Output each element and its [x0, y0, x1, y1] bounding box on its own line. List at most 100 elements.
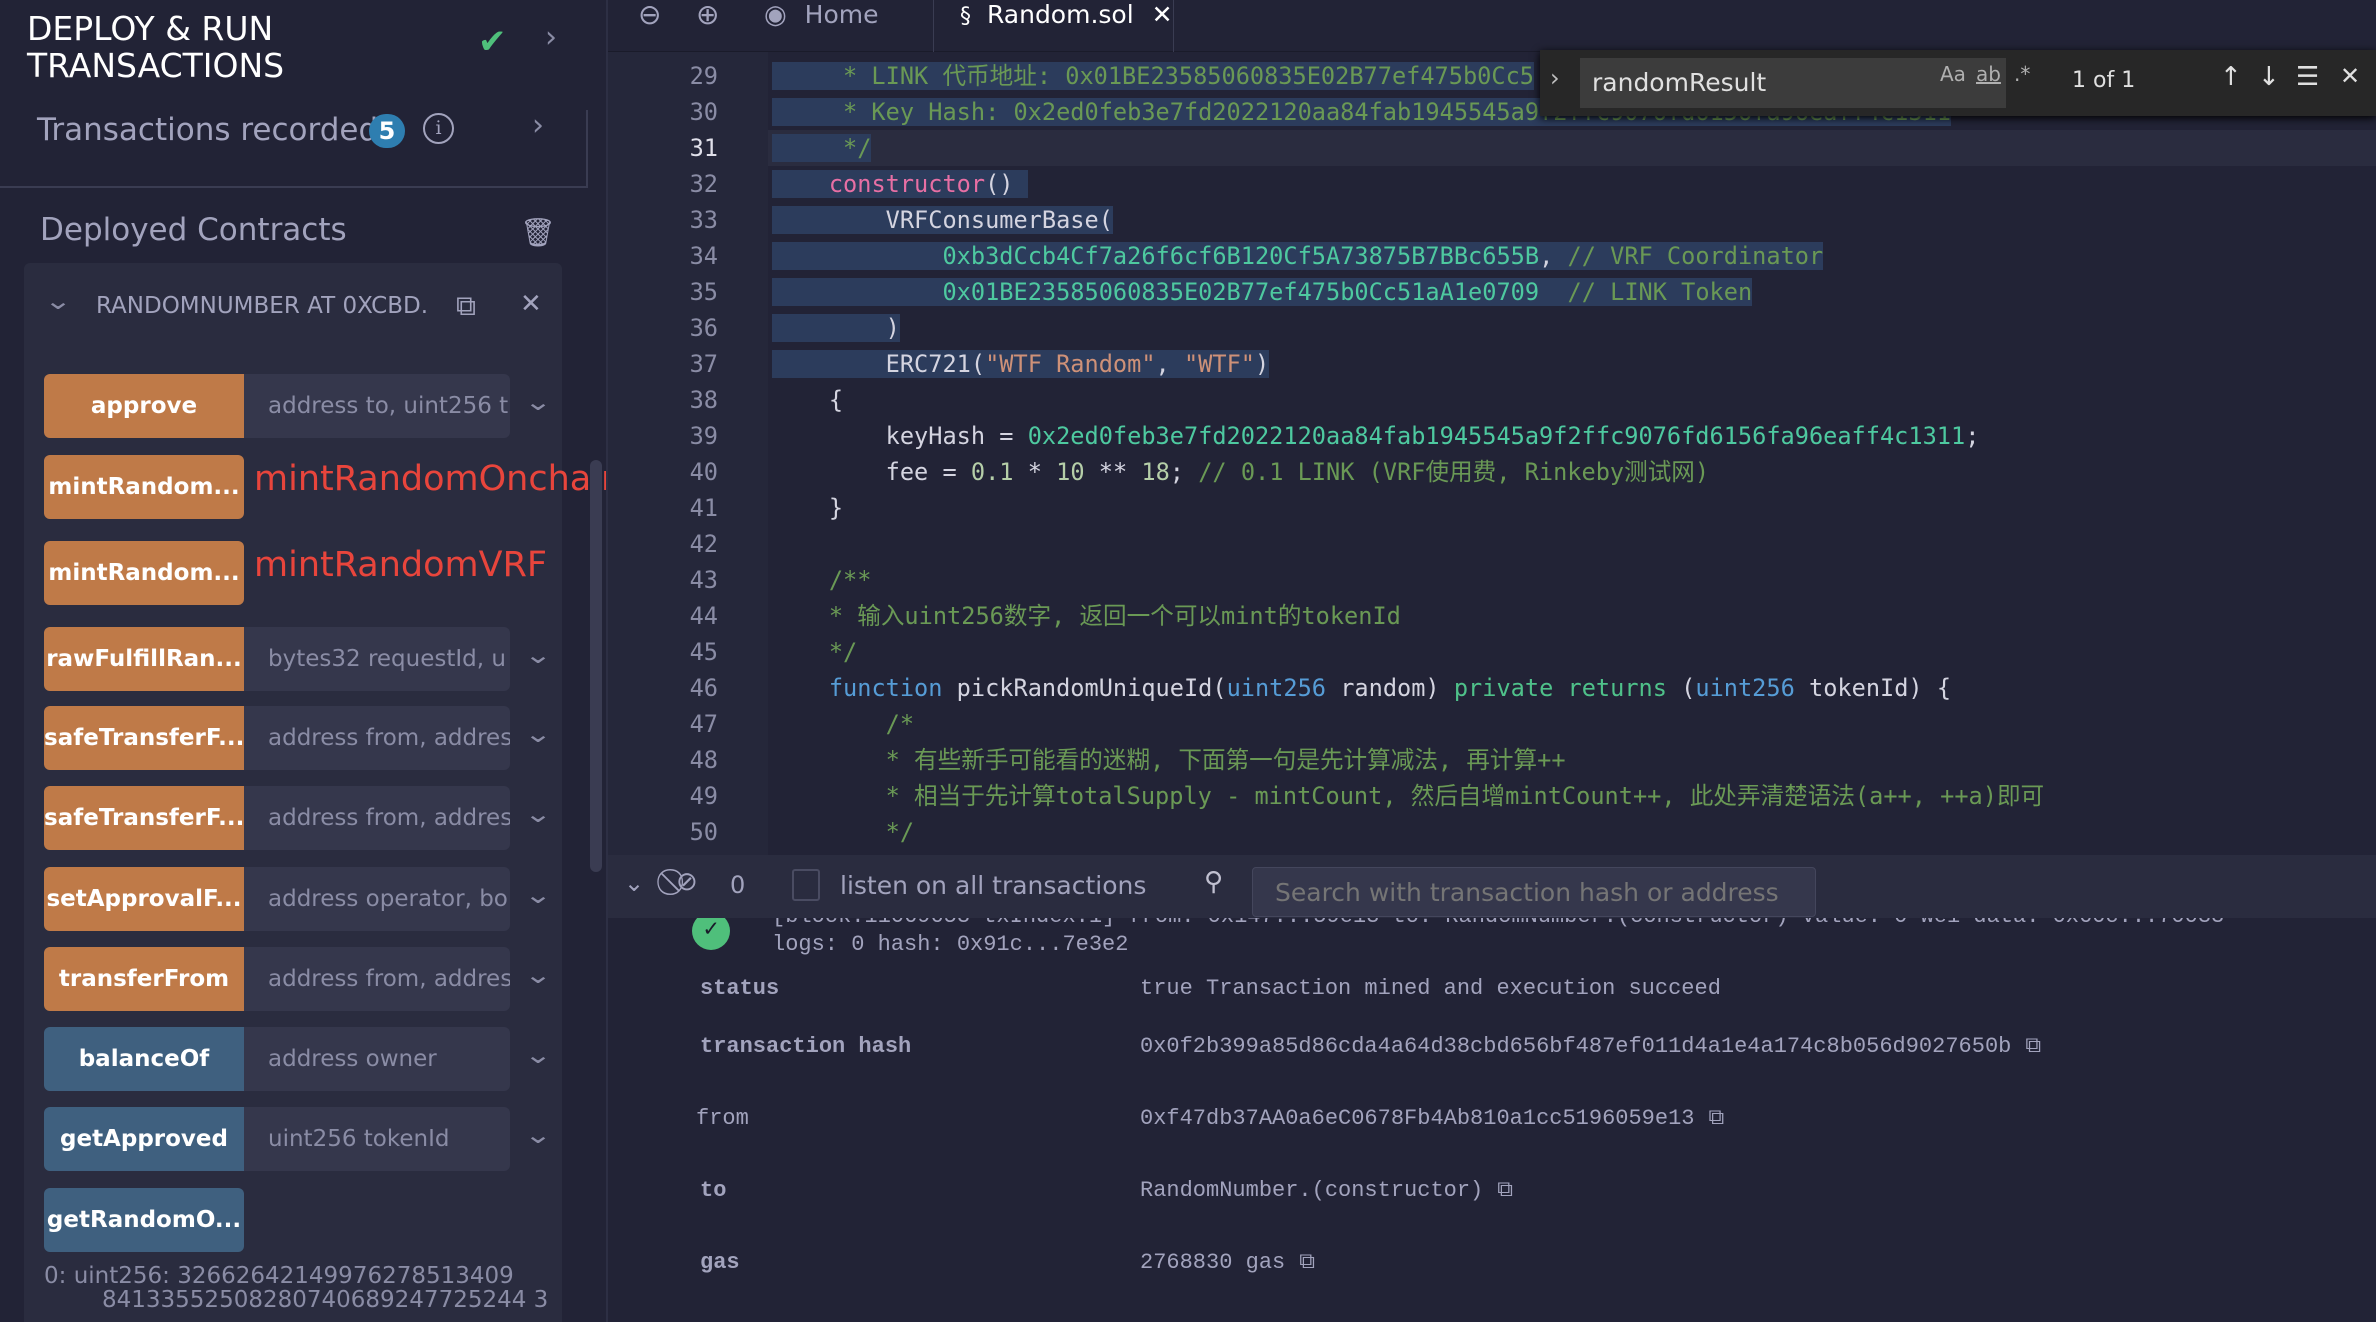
- tab-home[interactable]: ◉ Home: [764, 0, 934, 52]
- function-button[interactable]: getRandomO...: [44, 1188, 244, 1252]
- trash-icon[interactable]: 🗑: [520, 216, 556, 249]
- function-button[interactable]: transferFrom: [44, 947, 244, 1011]
- function-args-input[interactable]: address from, addres: [244, 786, 510, 850]
- code-token: uint256: [1695, 674, 1795, 702]
- function-args-input[interactable]: address owner: [244, 1027, 510, 1091]
- function-button[interactable]: mintRandom...: [44, 455, 244, 519]
- find-widget: › randomResult Aa ab .* 1 of 1 ↑ ↓ ☰ ✕: [1540, 50, 2376, 116]
- function-button[interactable]: safeTransferF...: [44, 786, 244, 850]
- function-button[interactable]: rawFulfillRan...: [44, 627, 244, 691]
- arrow-up-icon[interactable]: ↑: [2220, 62, 2242, 92]
- chevron-down-icon[interactable]: ⌄: [524, 800, 552, 828]
- code-line: /**: [772, 562, 872, 598]
- line-number: 38: [689, 386, 718, 414]
- arrow-down-icon[interactable]: ↓: [2258, 62, 2280, 92]
- code-token: // 0.1 LINK (VRF使用费, Rinkeby测试网): [1198, 458, 1710, 486]
- copy-icon[interactable]: ⧉: [456, 289, 476, 323]
- detail-value-text: true Transaction mined and execution suc…: [1140, 976, 1721, 1001]
- function-args-input[interactable]: bytes32 requestId, u: [244, 627, 510, 691]
- function-args-input[interactable]: address from, addres: [244, 947, 510, 1011]
- copy-icon[interactable]: ⧉: [1709, 1106, 1725, 1131]
- tab-random-sol[interactable]: § Random.sol ✕: [942, 0, 1174, 52]
- code-token: 10: [1056, 458, 1085, 486]
- code-line: }: [772, 490, 843, 526]
- chevron-down-icon[interactable]: ⌄: [524, 641, 552, 669]
- match-case-toggle[interactable]: Aa: [1940, 62, 1966, 86]
- function-args-input[interactable]: uint256 tokenId: [244, 1107, 510, 1171]
- zoom-out-icon[interactable]: ⊖: [638, 0, 661, 52]
- function-args-input[interactable]: address operator, bo: [244, 867, 510, 931]
- listen-checkbox[interactable]: [792, 869, 820, 901]
- function-row: safeTransferF... address from, addres ⌄: [44, 706, 552, 770]
- code-token: ): [1255, 350, 1270, 378]
- chevron-down-icon[interactable]: ⌄: [524, 881, 552, 909]
- function-args-input[interactable]: address to, uint256 t: [244, 374, 510, 438]
- code-token: // LINK Token: [1567, 278, 1753, 306]
- zoom-in-icon[interactable]: ⊕: [696, 0, 719, 52]
- code-line: constructor(): [772, 166, 1028, 202]
- collapse-terminal-icon[interactable]: ⌄: [624, 869, 644, 897]
- chevron-down-icon[interactable]: ⌄: [44, 287, 72, 315]
- detail-key: from: [696, 1106, 749, 1131]
- block-icon[interactable]: ⊘: [676, 867, 698, 897]
- home-icon: ◉: [764, 0, 787, 30]
- code-token: private: [1453, 674, 1554, 702]
- info-icon[interactable]: i: [423, 113, 454, 144]
- function-button[interactable]: setApprovalF...: [44, 867, 244, 931]
- line-number: 34: [689, 242, 718, 270]
- deployed-contracts-label: Deployed Contracts: [40, 212, 347, 248]
- function-annotation: mintRandomVRF: [254, 545, 548, 585]
- code-token: VRFConsumerBase(: [772, 206, 1113, 234]
- function-button[interactable]: approve: [44, 374, 244, 438]
- code-line: * LINK 代币地址: 0x01BE23585060835E02B77ef47…: [772, 58, 1534, 94]
- code-token: **: [1084, 458, 1142, 486]
- code-token: (): [985, 170, 1028, 198]
- chevron-down-icon[interactable]: ⌄: [524, 720, 552, 748]
- success-check-icon: ✓: [692, 918, 730, 950]
- function-button[interactable]: getApproved: [44, 1107, 244, 1171]
- function-button[interactable]: mintRandom...: [44, 541, 244, 605]
- panel-scrollbar[interactable]: [590, 460, 602, 872]
- line-number-gutter: 29 30 31 32 33 34 35 36 37 38 39 40 41 42 43 44 45 46 47 48…: [608, 52, 768, 855]
- code-token: * 相当于先计算totalSupply - mintCount, 然后自增min…: [772, 782, 2045, 810]
- toggle-replace-icon[interactable]: ›: [1550, 64, 1560, 92]
- close-find-icon[interactable]: ✕: [2340, 62, 2360, 90]
- check-icon: ✔: [478, 22, 507, 62]
- code-token: 0x2ed0feb3e7fd2022120aa84fab1945545a9f2f…: [1027, 422, 1966, 450]
- function-args-input[interactable]: address from, addres: [244, 706, 510, 770]
- whole-word-toggle[interactable]: ab: [1976, 62, 2001, 86]
- pending-count: 0: [730, 871, 746, 899]
- copy-icon[interactable]: ⧉: [1299, 1250, 1315, 1275]
- detail-value-text: 0x0f2b399a85d86cda4a64d38cbd656bf487ef01…: [1140, 1034, 2012, 1059]
- detail-value: true Transaction mined and execution suc…: [1140, 976, 1721, 1001]
- copy-icon[interactable]: ⧉: [1497, 1178, 1513, 1203]
- line-number: 43: [689, 566, 718, 594]
- find-in-selection-icon[interactable]: ☰: [2296, 62, 2319, 92]
- chevron-right-icon[interactable]: ›: [545, 20, 557, 55]
- code-token: */: [772, 818, 915, 846]
- chevron-down-icon[interactable]: ⌄: [524, 961, 552, 989]
- transactions-recorded-section[interactable]: Transactions recorded 5 i ›: [0, 108, 588, 188]
- contract-header[interactable]: ⌄ RANDOMNUMBER AT 0XCBD. ⧉ ✕: [24, 283, 562, 333]
- function-button[interactable]: safeTransferF...: [44, 706, 244, 770]
- line-number: 50: [689, 818, 718, 846]
- regex-toggle[interactable]: .*: [2014, 62, 2030, 86]
- chevron-down-icon[interactable]: ⌄: [524, 388, 552, 416]
- chevron-right-icon[interactable]: ›: [532, 108, 544, 143]
- code-editor[interactable]: 29 30 31 32 33 34 35 36 37 38 39 40 41 42 43 44 45 46 47 48…: [608, 52, 2376, 855]
- code-token: /**: [772, 566, 872, 594]
- function-button[interactable]: balanceOf: [44, 1027, 244, 1091]
- code-line: */: [772, 634, 857, 670]
- tx-summary[interactable]: [block:11069653 txIndex:1] from: 0x147..…: [772, 918, 2224, 929]
- code-token: fee =: [772, 458, 971, 486]
- close-tab-icon[interactable]: ✕: [1152, 0, 1173, 29]
- transaction-search-input[interactable]: [1252, 867, 1816, 917]
- terminal-toolbar: ⌄ ⃠ ⊘ 0 listen on all transactions ⚲: [608, 855, 2376, 918]
- copy-icon[interactable]: ⧉: [2025, 1034, 2041, 1059]
- chevron-down-icon[interactable]: ⌄: [524, 1121, 552, 1149]
- close-icon[interactable]: ✕: [520, 289, 542, 319]
- panel-title-line1: DEPLOY & RUN: [27, 9, 274, 48]
- chevron-down-icon[interactable]: ⌄: [524, 1041, 552, 1069]
